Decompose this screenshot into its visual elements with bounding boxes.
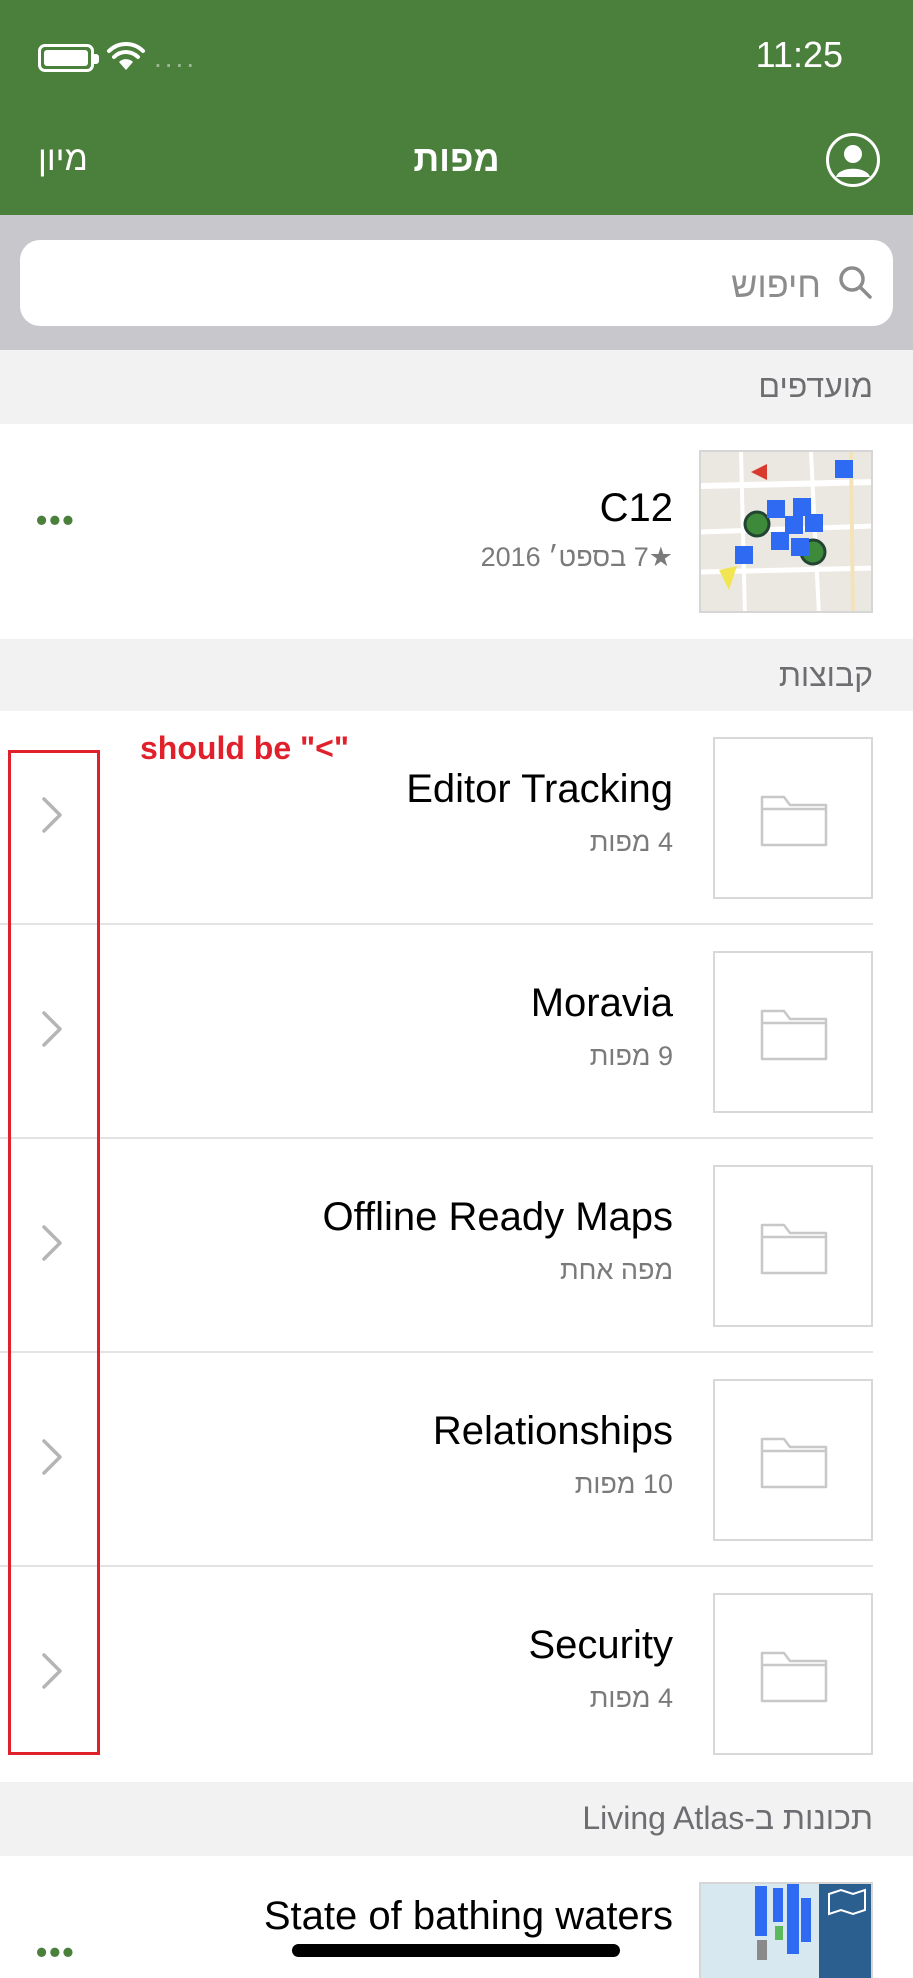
group-title: Relationships [432, 1409, 673, 1453]
status-time: 11:25 [755, 34, 843, 75]
folder-thumbnail [713, 1379, 873, 1541]
group-subtitle: 9 מפות [589, 1041, 673, 1071]
group-row-security[interactable]: Security 4 מפות [0, 1567, 913, 1781]
favorite-map-row[interactable]: ••• C12 ★7 בספט׳ 2016 [0, 424, 913, 639]
navigation-bar: .... 11:25 מיון מפות [0, 0, 913, 215]
living-atlas-map-row[interactable]: ••• State of bathing waters [0, 1856, 913, 1978]
more-options-button[interactable]: ••• [36, 502, 76, 539]
folder-icon [760, 1437, 828, 1489]
more-options-button[interactable]: ••• [36, 1934, 76, 1971]
folder-thumbnail [713, 951, 873, 1113]
folder-icon [760, 795, 828, 847]
battery-icon [38, 44, 99, 72]
group-subtitle: 4 מפות [589, 827, 673, 857]
folder-icon [760, 1651, 828, 1703]
favorite-subtitle: ★7 בספט׳ 2016 [480, 542, 673, 572]
group-subtitle: 4 מפות [589, 1683, 673, 1713]
page-title: מפות [413, 138, 500, 179]
group-row-offline-ready-maps[interactable]: Offline Ready Maps מפה אחת [0, 1139, 913, 1353]
group-subtitle: 10 מפות [574, 1469, 673, 1499]
group-title: Editor Tracking [406, 767, 673, 811]
group-subtitle: מפה אחת [559, 1255, 673, 1285]
home-indicator[interactable] [292, 1944, 620, 1957]
groups-section-header: קבוצות [0, 639, 913, 711]
search-placeholder: חיפוש [731, 264, 821, 305]
annotation-highlight-box [8, 750, 100, 1755]
group-title: Moravia [530, 981, 673, 1025]
living-atlas-section-header: תכונות ב-Living Atlas [0, 1782, 913, 1856]
search-area: חיפוש [0, 215, 913, 350]
living-atlas-title: State of bathing waters [263, 1894, 673, 1938]
folder-icon [760, 1223, 828, 1275]
wifi-icon [107, 41, 145, 70]
search-icon [839, 266, 872, 299]
map-thumbnail [699, 450, 873, 613]
folder-thumbnail [713, 737, 873, 899]
group-row-moravia[interactable]: Moravia 9 מפות [0, 925, 913, 1139]
folder-thumbnail [713, 1165, 873, 1327]
map-thumbnail [699, 1882, 873, 1978]
folder-thumbnail [713, 1593, 873, 1755]
group-title: Security [528, 1623, 674, 1667]
favorites-header-label: מועדפים [758, 368, 873, 404]
living-atlas-header-label: תכונות ב-Living Atlas [582, 1800, 873, 1836]
group-title: Offline Ready Maps [322, 1195, 673, 1239]
search-input[interactable]: חיפוש [20, 240, 893, 326]
profile-icon[interactable] [825, 132, 881, 188]
group-row-editor-tracking[interactable]: Editor Tracking 4 מפות [0, 711, 913, 925]
annotation-label: should be "<" [140, 730, 350, 766]
folder-icon [760, 1009, 828, 1061]
group-row-relationships[interactable]: Relationships 10 מפות [0, 1353, 913, 1567]
cellular-signal-icon: .... [154, 42, 198, 73]
favorites-section-header: מועדפים [0, 350, 913, 424]
favorite-title: C12 [599, 486, 673, 530]
groups-header-label: קבוצות [778, 657, 873, 693]
